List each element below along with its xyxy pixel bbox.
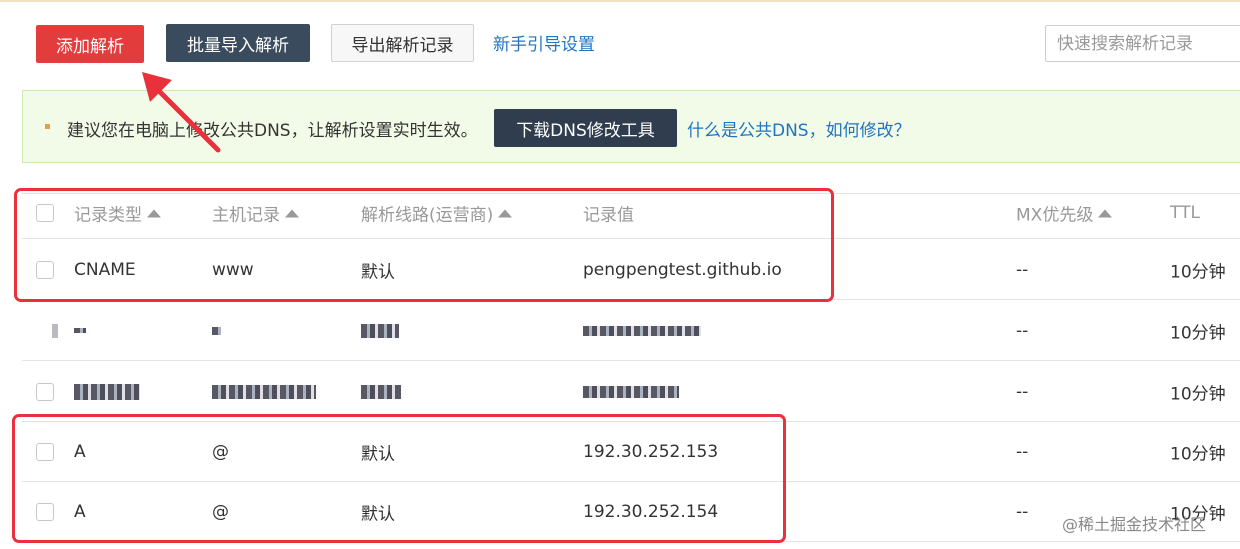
ttl-cell: 10分钟 (1170, 384, 1226, 404)
bullet-icon (45, 124, 50, 129)
table-row-redacted[interactable]: -- 10分钟 (22, 301, 1240, 361)
mx-cell: -- (1016, 501, 1029, 522)
record-type-cell: A (74, 501, 86, 522)
row-checkbox[interactable] (36, 260, 54, 279)
redacted-type-cell (74, 382, 140, 402)
record-value-cell: 192.30.252.154 (583, 501, 719, 522)
mx-cell: -- (1016, 381, 1029, 402)
select-all-checkbox[interactable] (36, 204, 54, 222)
redacted-host-cell (212, 382, 316, 402)
table-row-redacted[interactable]: -- 10分钟 (22, 362, 1240, 422)
record-value-cell: 192.30.252.153 (583, 441, 719, 462)
header-record-value: 记录值 (583, 205, 634, 226)
host-record-cell: @ (212, 441, 229, 462)
redacted-line-cell (361, 321, 399, 341)
host-record-cell: @ (212, 501, 229, 522)
redacted-line-cell (361, 382, 401, 402)
redacted-checkbox (52, 321, 58, 341)
top-divider (0, 0, 1240, 2)
export-records-button[interactable]: 导出解析记录 (331, 24, 474, 62)
header-line[interactable]: 解析线路(运营商) (361, 201, 513, 226)
redacted-type-cell (74, 321, 86, 341)
sort-up-icon[interactable] (1098, 209, 1113, 218)
host-record-cell: www (212, 259, 254, 280)
table-header: 记录类型 主机记录 解析线路(运营商) 记录值 MX优先级 TTL (22, 188, 1240, 239)
mx-cell: -- (1016, 259, 1029, 280)
add-record-button[interactable]: 添加解析 (36, 25, 144, 63)
mx-cell: -- (1016, 441, 1029, 462)
sort-up-icon[interactable] (147, 209, 161, 218)
watermark: @稀土掘金技术社区 (1062, 515, 1207, 534)
header-mx-priority[interactable]: MX优先级 (1016, 201, 1113, 226)
redacted-host-cell (212, 321, 221, 341)
header-record-type[interactable]: 记录类型 (74, 201, 161, 226)
ttl-cell: 10分钟 (1170, 323, 1226, 343)
batch-import-button[interactable]: 批量导入解析 (166, 24, 310, 62)
public-dns-help-link[interactable]: 什么是公共DNS，如何修改？ (687, 116, 911, 141)
ttl-cell: 10分钟 (1170, 262, 1226, 282)
table-row[interactable]: A @ 默认 192.30.252.153 -- 10分钟 (22, 422, 1240, 482)
sort-up-icon[interactable] (285, 209, 299, 218)
record-type-cell: CNAME (74, 259, 136, 280)
record-value-cell: pengpengtest.github.io (583, 259, 782, 280)
search-input[interactable] (1045, 25, 1240, 62)
row-checkbox[interactable] (36, 502, 54, 521)
line-cell: 默认 (361, 444, 395, 464)
download-dns-tool-button[interactable]: 下载DNS修改工具 (494, 109, 677, 147)
record-type-cell: A (74, 441, 86, 462)
sort-up-icon[interactable] (498, 209, 513, 218)
line-cell: 默认 (361, 504, 395, 524)
header-host-record[interactable]: 主机记录 (212, 201, 299, 226)
ttl-cell: 10分钟 (1170, 444, 1226, 464)
redacted-value-cell (583, 382, 679, 402)
row-checkbox[interactable] (36, 442, 54, 461)
guide-settings-link[interactable]: 新手引导设置 (493, 30, 595, 55)
notice-text: 建议您在电脑上修改公共DNS，让解析设置实时生效。 (67, 121, 478, 141)
line-cell: 默认 (361, 262, 395, 282)
mx-cell: -- (1016, 320, 1029, 341)
redacted-value-cell (583, 321, 701, 341)
row-checkbox[interactable] (36, 382, 54, 401)
table-row[interactable]: A @ 默认 192.30.252.154 -- 10分钟 (22, 482, 1240, 542)
table-row[interactable]: CNAME www 默认 pengpengtest.github.io -- 1… (22, 240, 1240, 300)
annotation-arrow-icon (142, 72, 221, 153)
header-ttl: TTL (1170, 203, 1200, 223)
